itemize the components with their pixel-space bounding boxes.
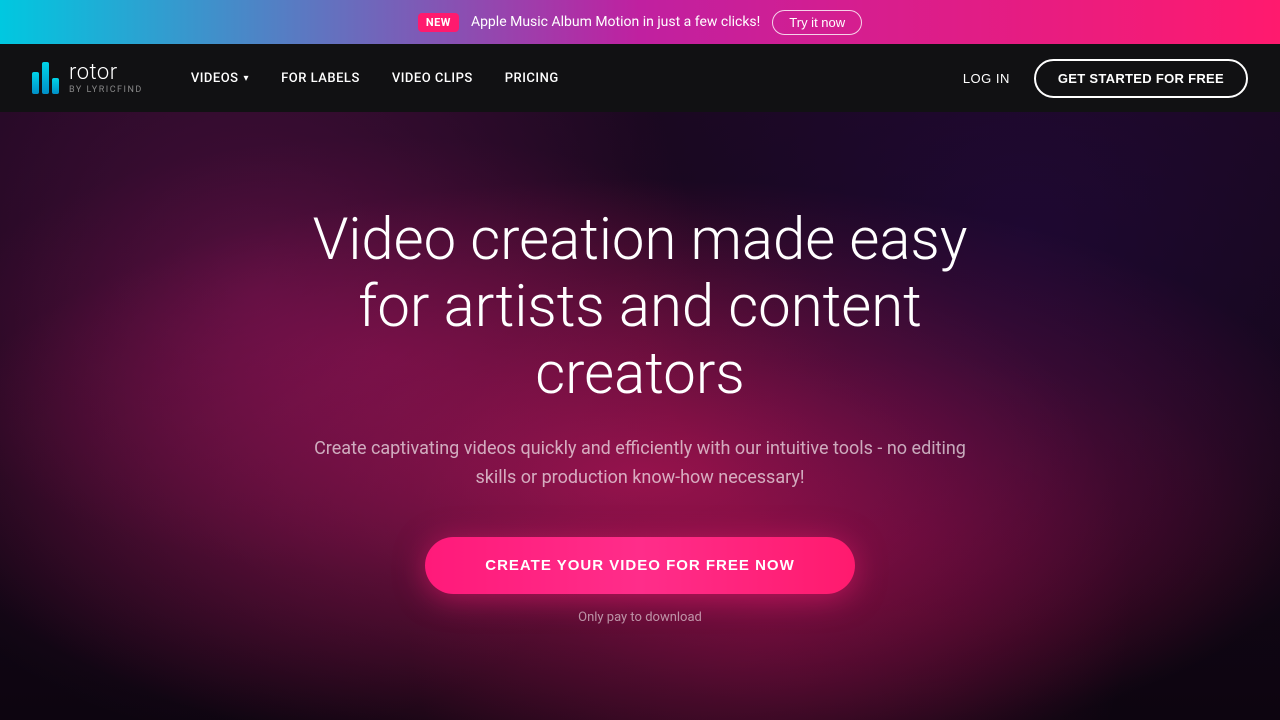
login-button[interactable]: LOG IN <box>963 71 1010 86</box>
nav-link-videos[interactable]: VIDEOS ▾ <box>191 71 249 86</box>
logo-icon <box>32 62 59 94</box>
nav-link-for-labels[interactable]: FOR LABELS <box>281 71 360 86</box>
cta-button[interactable]: CREATE YOUR VIDEO FOR FREE NOW <box>425 537 854 594</box>
hero-subtitle: Create captivating videos quickly and ef… <box>310 435 970 493</box>
navbar: rotor BY LYRICFIND VIDEOS ▾ FOR LABELS V… <box>0 44 1280 112</box>
hero-section: Video creation made easy for artists and… <box>0 112 1280 720</box>
announcement-text: Apple Music Album Motion in just a few c… <box>471 14 760 30</box>
logo-bar-3 <box>52 78 59 94</box>
logo-bar-2 <box>42 62 49 94</box>
chevron-down-icon: ▾ <box>244 73 250 84</box>
logo-main-text: rotor <box>69 62 143 84</box>
announcement-bar: NEW Apple Music Album Motion in just a f… <box>0 0 1280 44</box>
hero-content: Video creation made easy for artists and… <box>240 207 1040 625</box>
logo-bar-1 <box>32 72 39 94</box>
nav-links: VIDEOS ▾ FOR LABELS VIDEO CLIPS PRICING <box>191 71 963 86</box>
logo-link[interactable]: rotor BY LYRICFIND <box>32 62 143 95</box>
logo-sub-text: BY LYRICFIND <box>69 86 143 95</box>
hero-title: Video creation made easy for artists and… <box>280 207 1000 407</box>
nav-link-pricing[interactable]: PRICING <box>505 71 559 86</box>
nav-link-video-clips[interactable]: VIDEO CLIPS <box>392 71 473 86</box>
announcement-cta-button[interactable]: Try it now <box>772 10 862 35</box>
new-badge: NEW <box>418 13 459 32</box>
logo-text: rotor BY LYRICFIND <box>69 62 143 95</box>
nav-right: LOG IN GET STARTED FOR FREE <box>963 59 1248 98</box>
cta-note: Only pay to download <box>280 610 1000 625</box>
get-started-button[interactable]: GET STARTED FOR FREE <box>1034 59 1248 98</box>
